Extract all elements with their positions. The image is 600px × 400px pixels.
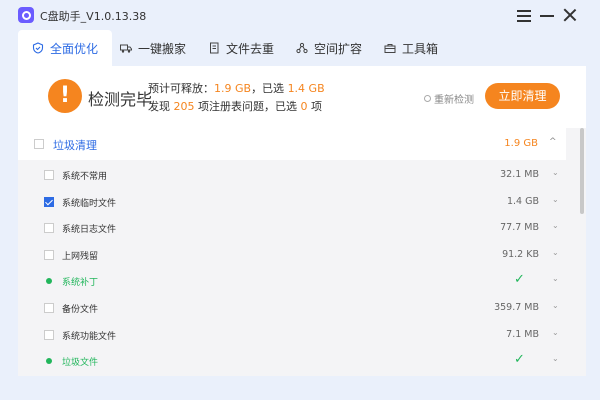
warning-icon: ! bbox=[48, 79, 82, 113]
item-size: 1.4 GB bbox=[506, 195, 539, 207]
status-dot-icon bbox=[46, 358, 52, 365]
item-label: 系统功能文件 bbox=[62, 331, 117, 342]
rescan-link[interactable]: 重新检测 bbox=[424, 91, 474, 106]
scan-summary: ! 检测完毕 预计可释放：1.9 GB，已选 1.4 GB 发现 205 项注册… bbox=[18, 66, 586, 128]
shield-icon bbox=[32, 42, 44, 54]
chevron-up-icon[interactable]: ^ bbox=[549, 137, 557, 147]
tab-bar: 全面优化 一键搬家 文件去重 空间扩容 工具箱 bbox=[18, 30, 588, 66]
selected-size: 1.4 GB bbox=[287, 82, 325, 95]
tab-one-click-move[interactable]: 一键搬家 bbox=[106, 30, 200, 66]
app-title: C盘助手_V1.0.13.38 bbox=[40, 10, 147, 23]
issue-count: 205 bbox=[173, 100, 195, 113]
refresh-icon bbox=[424, 95, 431, 102]
list-item[interactable]: 系统日志文件 77.7 MB ⌄ bbox=[34, 215, 566, 241]
tab-toolbox[interactable]: 工具箱 bbox=[370, 30, 452, 66]
tab-space-expand[interactable]: 空间扩容 bbox=[282, 30, 376, 66]
releasable-size: 1.9 GB bbox=[214, 82, 252, 95]
truck-icon bbox=[120, 42, 132, 54]
item-label: 系统日志文件 bbox=[62, 225, 117, 236]
item-checkbox[interactable] bbox=[44, 303, 54, 313]
item-label: 上网残留 bbox=[62, 251, 99, 262]
scan-status: 检测完毕 bbox=[88, 90, 153, 109]
main-panel: ! 检测完毕 预计可释放：1.9 GB，已选 1.4 GB 发现 205 项注册… bbox=[18, 66, 586, 376]
title-bar: C盘助手_V1.0.13.38 bbox=[0, 0, 600, 30]
item-size: 91.2 KB bbox=[502, 248, 539, 260]
clean-now-button[interactable]: 立即清理 bbox=[485, 83, 560, 109]
chevron-down-icon[interactable]: ⌄ bbox=[552, 248, 559, 257]
tab-label: 空间扩容 bbox=[314, 41, 363, 56]
chevron-down-icon[interactable]: ⌄ bbox=[552, 328, 559, 337]
network-icon bbox=[296, 42, 308, 54]
list-item[interactable]: 上网残留 91.2 KB ⌄ bbox=[34, 242, 566, 268]
junk-list: 垃圾清理 1.9 GB ^ 系统不常用 32.1 MB ⌄ 系统临时文件 1.4 GB ⌄… bbox=[18, 128, 586, 376]
list-item[interactable]: 系统补丁 ✓ ⌄ bbox=[34, 268, 566, 294]
tab-label: 全面优化 bbox=[50, 41, 99, 56]
tab-label: 一键搬家 bbox=[138, 41, 187, 56]
item-label: 系统不常用 bbox=[62, 172, 108, 182]
app-logo-icon bbox=[18, 7, 34, 23]
check-icon: ✓ bbox=[514, 352, 525, 368]
chevron-down-icon[interactable]: ⌄ bbox=[552, 354, 559, 363]
item-size: 7.1 MB bbox=[506, 328, 539, 340]
item-label: 备份文件 bbox=[62, 305, 99, 315]
list-item[interactable]: 系统临时文件 1.4 GB ⌄ bbox=[34, 189, 566, 215]
tab-label: 文件去重 bbox=[226, 41, 275, 56]
list-item[interactable]: 备份文件 359.7 MB ⌄ bbox=[34, 295, 566, 321]
tab-label: 工具箱 bbox=[402, 41, 439, 56]
minimize-icon[interactable] bbox=[537, 5, 557, 25]
toolbox-icon bbox=[384, 42, 396, 54]
check-icon: ✓ bbox=[514, 272, 525, 288]
scrollbar[interactable] bbox=[580, 128, 584, 214]
section-junk-clean[interactable]: 垃圾清理 1.9 GB ^ bbox=[18, 128, 566, 160]
files-icon bbox=[208, 42, 220, 54]
item-size: 77.7 MB bbox=[500, 222, 539, 234]
chevron-down-icon[interactable]: ⌄ bbox=[552, 221, 559, 230]
releasable-summary: 预计可释放：1.9 GB，已选 1.4 GB bbox=[148, 82, 325, 95]
list-item[interactable]: 系统功能文件 7.1 MB ⌄ bbox=[34, 322, 566, 348]
section-checkbox[interactable] bbox=[34, 139, 44, 149]
menu-icon[interactable] bbox=[514, 5, 534, 25]
item-label: 系统补丁 bbox=[62, 278, 99, 289]
item-checkbox[interactable] bbox=[44, 329, 54, 340]
item-label: 系统临时文件 bbox=[62, 198, 117, 209]
section-label: 垃圾清理 bbox=[53, 139, 97, 152]
item-checkbox[interactable] bbox=[44, 249, 54, 260]
chevron-down-icon[interactable]: ⌄ bbox=[552, 195, 559, 204]
chevron-down-icon[interactable]: ⌄ bbox=[552, 274, 559, 283]
tab-file-dedup[interactable]: 文件去重 bbox=[194, 30, 288, 66]
item-label: 垃圾文件 bbox=[62, 358, 99, 369]
selected-issue-count: 0 bbox=[300, 100, 308, 113]
list-item[interactable]: 系统不常用 32.1 MB ⌄ bbox=[34, 162, 566, 188]
item-size: 32.1 MB bbox=[500, 169, 539, 180]
registry-summary: 发现 205 项注册表问题，已选 0 项 bbox=[148, 100, 322, 113]
status-dot-icon bbox=[46, 278, 52, 285]
chevron-down-icon[interactable]: ⌄ bbox=[552, 168, 559, 177]
tab-full-optimize[interactable]: 全面优化 bbox=[18, 30, 113, 66]
close-icon[interactable] bbox=[560, 5, 580, 25]
chevron-down-icon[interactable]: ⌄ bbox=[552, 301, 559, 310]
item-size: 359.7 MB bbox=[494, 302, 539, 313]
section-size: 1.9 GB bbox=[504, 138, 538, 149]
item-checkbox[interactable] bbox=[44, 196, 54, 207]
list-item[interactable]: 垃圾文件 ✓ ⌄ bbox=[34, 348, 566, 374]
item-checkbox[interactable] bbox=[44, 170, 54, 180]
item-checkbox[interactable] bbox=[44, 223, 54, 234]
